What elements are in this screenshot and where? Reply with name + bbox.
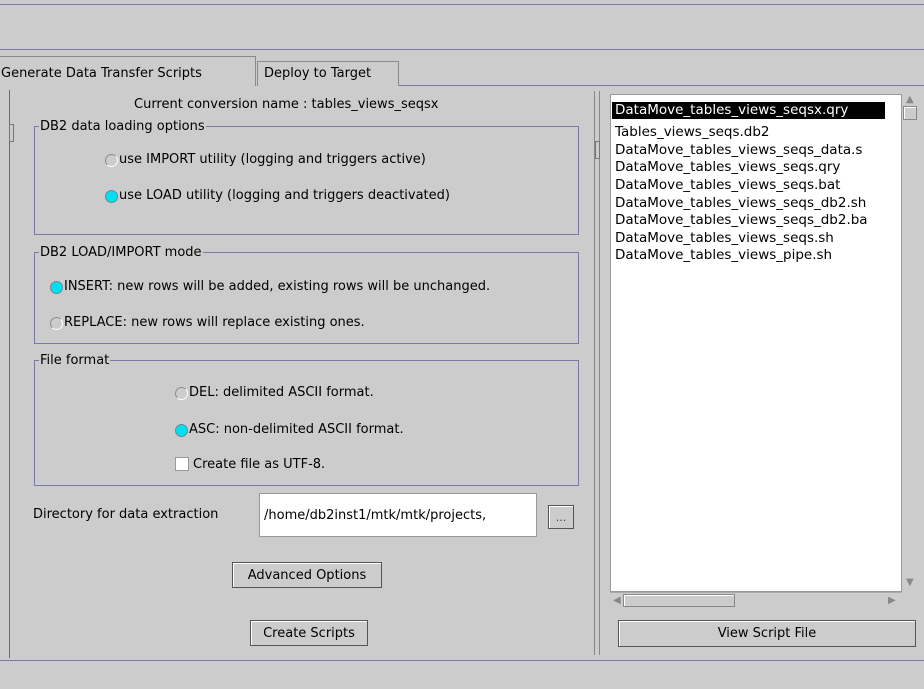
scroll-up-icon[interactable]: ▲ bbox=[906, 95, 914, 105]
tab-underline bbox=[399, 85, 924, 86]
del-format-label: DEL: delimited ASCII format. bbox=[189, 385, 374, 400]
replace-mode-label: REPLACE: new rows will replace existing … bbox=[64, 315, 365, 330]
tab-deploy-to-target[interactable]: Deploy to Target bbox=[257, 61, 399, 86]
create-scripts-label: Create Scripts bbox=[263, 625, 355, 641]
file-format-group: File format DEL: delimited ASCII format.… bbox=[34, 353, 579, 486]
load-import-mode-group: DB2 LOAD/IMPORT mode INSERT: new rows wi… bbox=[34, 245, 579, 344]
list-item[interactable]: DataMove_tables_views_seqs.bat bbox=[615, 177, 840, 194]
import-utility-radio[interactable] bbox=[105, 154, 118, 167]
tab-generate-label: Generate Data Transfer Scripts bbox=[1, 66, 202, 81]
tab-generate-scripts[interactable]: Generate Data Transfer Scripts bbox=[0, 56, 256, 86]
list-item[interactable]: DataMove_tables_views_pipe.sh bbox=[615, 247, 832, 264]
horizontal-scroll-thumb[interactable] bbox=[623, 594, 735, 607]
view-script-file-button[interactable]: View Script File bbox=[618, 620, 916, 647]
directory-input[interactable]: /home/db2inst1/mtk/mtk/projects, bbox=[259, 493, 537, 537]
vertical-scroll-thumb[interactable] bbox=[903, 106, 917, 120]
advanced-options-button[interactable]: Advanced Options bbox=[232, 562, 382, 588]
list-item[interactable]: DataMove_tables_views_seqs.sh bbox=[615, 230, 834, 247]
insert-mode-label: INSERT: new rows will be added, existing… bbox=[64, 279, 491, 294]
list-item[interactable]: DataMove_tables_views_seqs.qry bbox=[615, 159, 840, 176]
create-scripts-button[interactable]: Create Scripts bbox=[250, 620, 368, 646]
panel-splitter-grip[interactable] bbox=[595, 141, 600, 159]
load-import-mode-legend: DB2 LOAD/IMPORT mode bbox=[39, 245, 203, 260]
file-format-legend: File format bbox=[39, 353, 111, 368]
advanced-options-label: Advanced Options bbox=[247, 567, 367, 583]
replace-mode-radio[interactable] bbox=[50, 317, 63, 330]
tab-deploy-label: Deploy to Target bbox=[264, 66, 372, 81]
list-item[interactable]: Tables_views_seqs.db2 bbox=[615, 124, 770, 141]
scroll-right-icon[interactable]: ▶ bbox=[888, 596, 896, 606]
asc-format-radio[interactable] bbox=[175, 424, 188, 437]
toolbar-rule bbox=[0, 49, 924, 50]
utf8-label: Create file as UTF-8. bbox=[193, 457, 326, 472]
conversion-name-label: Current conversion name : tables_views_s… bbox=[134, 97, 439, 112]
file-list-horizontal-scrollbar[interactable]: ◀ ▶ bbox=[610, 592, 902, 608]
del-format-radio[interactable] bbox=[175, 387, 188, 400]
list-item[interactable]: DataMove_tables_views_seqsx.qry bbox=[611, 101, 886, 120]
status-bar-rule bbox=[0, 660, 924, 661]
loading-options-group: DB2 data loading options use IMPORT util… bbox=[34, 119, 579, 235]
window-top-rule bbox=[0, 4, 924, 5]
browse-directory-button[interactable]: ... bbox=[548, 505, 574, 529]
directory-input-value: /home/db2inst1/mtk/mtk/projects, bbox=[264, 508, 487, 523]
list-item[interactable]: DataMove_tables_views_seqs_data.s bbox=[615, 142, 862, 159]
list-item[interactable]: DataMove_tables_views_seqs_db2.ba bbox=[615, 212, 868, 229]
utf8-checkbox[interactable] bbox=[175, 457, 189, 471]
load-utility-label: use LOAD utility (logging and triggers d… bbox=[119, 188, 450, 203]
panel-splitter[interactable] bbox=[594, 91, 600, 655]
insert-mode-radio[interactable] bbox=[50, 281, 63, 294]
script-file-list[interactable]: DataMove_tables_views_seqsx.qry Tables_v… bbox=[610, 94, 902, 592]
directory-label: Directory for data extraction bbox=[33, 507, 219, 522]
browse-directory-label: ... bbox=[555, 510, 567, 524]
loading-options-legend: DB2 data loading options bbox=[39, 119, 206, 134]
file-list-vertical-scrollbar[interactable]: ▲ ▼ bbox=[902, 94, 918, 592]
import-utility-label: use IMPORT utility (logging and triggers… bbox=[119, 152, 426, 167]
scroll-left-icon[interactable]: ◀ bbox=[613, 596, 621, 606]
asc-format-label: ASC: non-delimited ASCII format. bbox=[189, 422, 404, 437]
list-item[interactable]: DataMove_tables_views_seqs_db2.sh bbox=[615, 195, 866, 212]
scroll-down-icon[interactable]: ▼ bbox=[906, 578, 914, 588]
left-splitter-grip[interactable] bbox=[9, 124, 14, 142]
view-script-file-label: View Script File bbox=[717, 626, 817, 641]
load-utility-radio[interactable] bbox=[105, 190, 118, 203]
